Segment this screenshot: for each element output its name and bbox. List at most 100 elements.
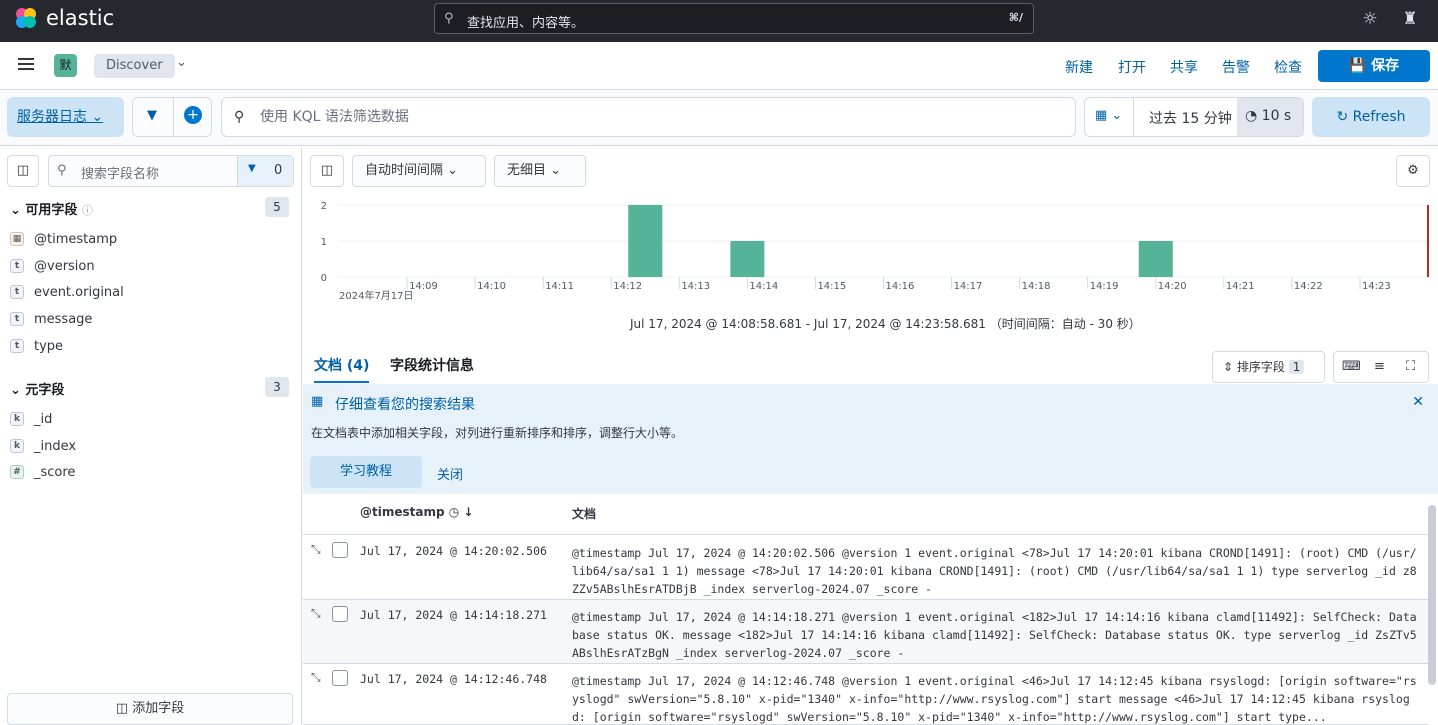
y-tick-label: 0 xyxy=(321,273,327,284)
open-link[interactable]: 打开 xyxy=(1118,57,1146,77)
field-item[interactable]: k _index xyxy=(10,435,76,457)
text-type-icon: t xyxy=(10,312,24,326)
row-checkbox[interactable] xyxy=(332,542,348,558)
breadcrumb[interactable]: Discover xyxy=(94,54,175,78)
field-item[interactable]: t event.original xyxy=(10,281,124,303)
expand-icon[interactable]: ⤡ xyxy=(311,606,321,621)
histogram-bar xyxy=(730,241,765,277)
available-count: 5 xyxy=(265,197,289,217)
chevron-down-icon[interactable]: ⌄ xyxy=(176,55,187,70)
field-item[interactable]: t type xyxy=(10,335,63,357)
toggle-chart-icon[interactable]: ◫ xyxy=(310,155,344,187)
section-title: 可用字段 xyxy=(25,203,78,218)
section-title: 元字段 xyxy=(25,383,65,398)
field-item[interactable]: t @version xyxy=(10,255,95,277)
field-name: type xyxy=(34,338,64,354)
col-timestamp[interactable]: @timestamp ◷ ↓ xyxy=(360,505,473,519)
save-button[interactable]: 💾 保存 xyxy=(1318,50,1430,82)
share-link[interactable]: 共享 xyxy=(1170,57,1198,77)
x-tick-label: 14:14 xyxy=(749,281,778,292)
alerts-link[interactable]: 告警 xyxy=(1222,57,1250,77)
chart-options-icon[interactable]: ⚙ xyxy=(1396,155,1430,187)
global-search[interactable]: ⚲ 查找应用、内容等。 ⌘/ xyxy=(434,3,1034,34)
keyword-type-icon: k xyxy=(10,412,24,426)
add-field-label: 添加字段 xyxy=(132,701,185,716)
refresh-button[interactable]: ↻ Refresh xyxy=(1312,97,1430,137)
menu-icon[interactable] xyxy=(18,58,34,60)
refresh-interval[interactable]: ◔ 10 s xyxy=(1245,108,1291,124)
histogram-chart: 01214:09 14:10 14:11 14:12 14:13 14:14 14:15 14… xyxy=(321,201,1429,302)
available-fields-header[interactable]: ⌄ 可用字段 ⓘ xyxy=(10,199,93,218)
help-icon[interactable]: ☼ xyxy=(1360,9,1380,29)
sort-desc-icon[interactable]: ↓ xyxy=(463,505,473,519)
data-view-picker[interactable]: 服务器日志 ⌄ xyxy=(7,97,124,137)
row-checkbox[interactable] xyxy=(332,606,348,622)
row-document: @timestamp Jul 17, 2024 @ 14:20:02.506 @… xyxy=(572,546,1417,596)
field-filter-button[interactable]: ▼ 0 xyxy=(237,156,293,186)
x-tick-label: 14:19 xyxy=(1090,281,1119,292)
col-document[interactable]: 文档 xyxy=(572,505,596,522)
scrollbar[interactable] xyxy=(1428,505,1436,685)
row-checkbox[interactable] xyxy=(332,670,348,686)
interval-select[interactable]: 自动时间间隔 ⌄ xyxy=(352,155,486,187)
x-tick-label: 14:10 xyxy=(477,281,506,292)
kql-placeholder: 使用 KQL 语法筛选数据 xyxy=(260,109,409,125)
text-type-icon: t xyxy=(10,339,24,353)
field-item[interactable]: # _score xyxy=(10,461,75,483)
col-timestamp-label: @timestamp xyxy=(360,505,445,519)
breakdown-select[interactable]: 无细目 ⌄ xyxy=(494,155,586,187)
close-icon[interactable]: ✕ xyxy=(1412,394,1424,410)
calendar-icon[interactable]: ▦ ⌄ xyxy=(1095,108,1122,123)
close-link[interactable]: 关闭 xyxy=(437,464,463,483)
time-picker[interactable]: ▦ ⌄ 过去 15 分钟 ◔ 10 s xyxy=(1084,97,1304,137)
display-options-icon[interactable]: ≡ xyxy=(1374,352,1385,382)
x-tick-label: 14:16 xyxy=(886,281,915,292)
expand-icon[interactable]: ⤡ xyxy=(311,542,321,557)
inspect-link[interactable]: 检查 xyxy=(1274,57,1302,77)
collapse-sidebar-icon[interactable]: ◫ xyxy=(7,155,39,187)
field-item[interactable]: t message xyxy=(10,308,92,330)
row-timestamp: Jul 17, 2024 @ 14:20:02.506 xyxy=(360,544,547,558)
x-tick-label: 14:22 xyxy=(1294,281,1323,292)
expand-icon[interactable]: ⤡ xyxy=(311,670,321,685)
top-nav: elastic ⚲ 查找应用、内容等。 ⌘/ ☼ ♜ xyxy=(0,0,1438,42)
keyboard-icon[interactable]: ⌨ xyxy=(1342,352,1361,382)
x-tick-label: 14:18 xyxy=(1022,281,1051,292)
elastic-logo[interactable]: elastic xyxy=(14,6,114,30)
filter-icon: ▼ xyxy=(248,163,256,174)
keyword-type-icon: k xyxy=(10,439,24,453)
app-name: elastic xyxy=(46,6,115,30)
add-field-button[interactable]: ◫ 添加字段 xyxy=(7,693,293,725)
space-avatar[interactable]: 默 xyxy=(54,54,77,77)
field-name: @timestamp xyxy=(34,231,118,247)
tab-field-stats[interactable]: 字段统计信息 xyxy=(390,355,474,375)
add-filter-icon[interactable]: + xyxy=(184,106,202,124)
table-row[interactable]: ⤡ Jul 17, 2024 @ 14:12:46.748 @timestamp… xyxy=(303,664,1428,725)
x-tick-label: 14:17 xyxy=(954,281,983,292)
field-search-input[interactable]: ⚲ 搜索字段名称 ▼ 0 xyxy=(48,155,294,187)
interval-label: 自动时间间隔 xyxy=(365,163,444,178)
table-row[interactable]: ⤡ Jul 17, 2024 @ 14:14:18.271 @timestamp… xyxy=(303,600,1428,664)
learn-button[interactable]: 学习教程 xyxy=(310,456,422,488)
breadcrumb-bar: 默 Discover ⌄ 新建 打开 共享 告警 检查 💾 保存 xyxy=(0,42,1438,90)
callout: ▦ 仔细查看您的搜索结果 ✕ 在文档表中添加相关字段，对列进行重新排序和排序，调… xyxy=(303,384,1438,494)
new-link[interactable]: 新建 xyxy=(1065,57,1093,77)
table-row[interactable]: ⤡ Jul 17, 2024 @ 14:20:02.506 @timestamp… xyxy=(303,536,1428,600)
filter-icon[interactable]: ▼ xyxy=(147,108,157,123)
kql-input[interactable]: ⚲ 使用 KQL 语法筛选数据 xyxy=(221,97,1076,137)
elastic-logo-icon xyxy=(16,8,36,28)
filter-count: 0 xyxy=(274,163,283,178)
number-type-icon: # xyxy=(10,465,24,479)
row-timestamp: Jul 17, 2024 @ 14:14:18.271 xyxy=(360,608,547,622)
sort-fields-button[interactable]: ⇕ 排序字段 1 xyxy=(1212,351,1325,383)
field-name: _score xyxy=(34,464,76,480)
tab-documents[interactable]: 文档 (4) xyxy=(314,355,370,383)
x-tick-label: 14:11 xyxy=(545,281,574,292)
field-item[interactable]: k _id xyxy=(10,408,52,430)
news-icon[interactable]: ♜ xyxy=(1400,9,1420,29)
field-item[interactable]: ▦ @timestamp xyxy=(10,228,117,250)
fullscreen-icon[interactable]: ⛶ xyxy=(1406,352,1415,382)
field-search-placeholder: 搜索字段名称 xyxy=(81,167,160,182)
meta-fields-header[interactable]: ⌄ 元字段 xyxy=(10,379,64,398)
time-range[interactable]: 过去 15 分钟 xyxy=(1149,108,1232,128)
